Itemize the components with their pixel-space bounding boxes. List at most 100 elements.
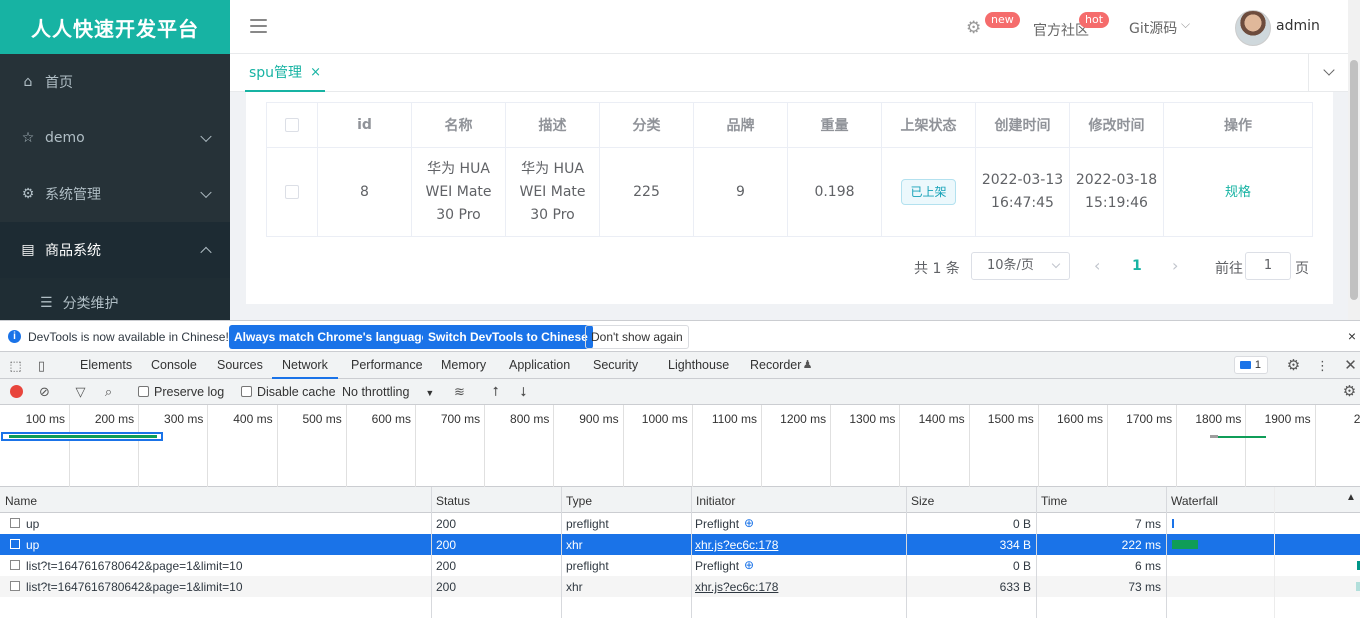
col-header[interactable]: 创建时间	[975, 102, 1070, 148]
sidebar-item-home[interactable]: ⌂ 首页	[0, 54, 230, 110]
sidebar-item-demo[interactable]: ☆ demo	[0, 110, 230, 166]
sidebar-item-system[interactable]: ⚙ 系统管理	[0, 166, 230, 222]
network-overview[interactable]: 100 ms 200 ms 300 ms 400 ms 500 ms 600 ms 700 …	[0, 405, 1360, 487]
network-settings-icon[interactable]: ⚙	[1342, 384, 1357, 399]
device-toolbar-icon[interactable]: ▯	[34, 358, 49, 373]
request-initiator[interactable]: xhr.js?ec6c:178	[695, 538, 778, 552]
dont-show-again-button[interactable]: Don't show again	[585, 325, 689, 349]
chevron-down-icon[interactable]: ⌵	[1181, 17, 1190, 32]
preflight-link-icon[interactable]: ⊕	[744, 558, 754, 572]
col-header-name[interactable]: Name	[5, 494, 37, 508]
hamburger-menu-icon[interactable]	[250, 19, 267, 33]
timeline-gridline	[622, 405, 624, 487]
switch-chinese-button[interactable]: Switch DevTools to Chinese	[423, 325, 593, 349]
close-devtools-icon[interactable]: ✕	[1343, 358, 1358, 373]
close-icon[interactable]: ×	[1348, 328, 1356, 344]
tab-recorder[interactable]: Recorder	[750, 352, 801, 379]
goto-page-input[interactable]: 1	[1245, 252, 1291, 280]
page-size-select[interactable]: 10条/页	[971, 252, 1070, 280]
tab-application[interactable]: Application	[509, 352, 570, 379]
request-name[interactable]: up	[26, 538, 39, 552]
more-options-icon[interactable]: ⋮	[1315, 358, 1330, 373]
request-size: 334 B	[999, 538, 1031, 552]
prev-page-button[interactable]: ‹	[1094, 256, 1104, 276]
sidebar-item-product[interactable]: ▤ 商品系统	[0, 222, 230, 278]
col-header[interactable]: 品牌	[693, 102, 788, 148]
row-checkbox[interactable]	[10, 560, 20, 570]
col-header-size[interactable]: Size	[911, 494, 934, 508]
col-header[interactable]: 重量	[787, 102, 882, 148]
request-name[interactable]: up	[26, 517, 39, 531]
tab-performance[interactable]: Performance	[351, 352, 423, 379]
col-header-time[interactable]: Time	[1041, 494, 1067, 508]
col-header: 操作	[1163, 102, 1313, 148]
col-header[interactable]: 上架状态	[881, 102, 976, 148]
close-icon[interactable]: ×	[310, 65, 321, 80]
tab-console[interactable]: Console	[151, 352, 197, 379]
col-header-type[interactable]: Type	[566, 494, 592, 508]
sidebar-subitem-category[interactable]: ☰ 分类维护	[0, 278, 230, 320]
spu-table: id 名称 描述 分类 品牌 重量 上架状态 创建时间 修改时间 操作 8 华为…	[266, 102, 1313, 237]
match-language-button[interactable]: Always match Chrome's language	[229, 325, 434, 349]
col-header-initiator[interactable]: Initiator	[696, 494, 735, 508]
row-checkbox[interactable]	[10, 539, 20, 549]
col-header[interactable]: 名称	[411, 102, 506, 148]
request-type: xhr	[566, 580, 583, 594]
tab-memory[interactable]: Memory	[441, 352, 486, 379]
col-header[interactable]: id	[317, 102, 412, 148]
settings-icon[interactable]: ⚙	[966, 18, 981, 38]
request-initiator[interactable]: xhr.js?ec6c:178	[695, 580, 778, 594]
page-scrollbar[interactable]	[1348, 0, 1360, 320]
inspect-element-icon[interactable]: ⬚	[8, 358, 23, 373]
tab-menu-dropdown[interactable]	[1308, 54, 1348, 92]
spec-link[interactable]: 规格	[1225, 185, 1251, 200]
preflight-link-icon[interactable]: ⊕	[744, 516, 754, 530]
row-checkbox[interactable]	[10, 518, 20, 528]
table-row[interactable]: up 200 preflight Preflight ⊕ 0 B 7 ms	[0, 513, 1360, 534]
clear-icon[interactable]: ⊘	[37, 384, 52, 399]
export-har-icon[interactable]: ⭣	[516, 384, 531, 399]
sort-ascending-icon[interactable]: ▲	[1346, 492, 1356, 503]
tab-lighthouse[interactable]: Lighthouse	[668, 352, 729, 379]
user-name[interactable]: admin	[1276, 18, 1320, 34]
avatar[interactable]	[1235, 10, 1271, 46]
request-name[interactable]: list?t=1647616780642&page=1&limit=10	[26, 580, 243, 594]
col-header[interactable]: 描述	[505, 102, 600, 148]
next-page-button[interactable]: ›	[1172, 256, 1182, 276]
settings-icon[interactable]: ⚙	[1286, 358, 1301, 373]
request-name[interactable]: list?t=1647616780642&page=1&limit=10	[26, 559, 243, 573]
filter-icon[interactable]: ▽	[73, 384, 88, 399]
row-checkbox[interactable]	[285, 184, 299, 199]
row-checkbox[interactable]	[10, 581, 20, 591]
network-conditions-icon[interactable]: ≋	[452, 384, 467, 399]
throttling-select[interactable]: No throttling ▼	[342, 385, 434, 399]
import-har-icon[interactable]: ⭡	[488, 384, 503, 399]
tab-security[interactable]: Security	[593, 352, 638, 379]
record-icon[interactable]	[10, 385, 23, 398]
table-row[interactable]: list?t=1647616780642&page=1&limit=10 200 p…	[0, 555, 1360, 576]
tab-elements[interactable]: Elements	[80, 352, 132, 379]
cell-id: 8	[317, 147, 412, 237]
search-icon[interactable]: ⌕	[101, 384, 116, 399]
tab-sources[interactable]: Sources	[217, 352, 263, 379]
select-all-checkbox[interactable]	[285, 118, 299, 132]
updated-date: 2022-03-18	[1075, 172, 1158, 188]
sidebar-item-label: 商品系统	[45, 243, 101, 259]
table-row[interactable]: up 200 xhr xhr.js?ec6c:178 334 B 222 ms	[0, 534, 1360, 555]
timeline-gridline	[1245, 405, 1247, 487]
col-header-waterfall[interactable]: Waterfall	[1171, 494, 1218, 508]
col-header-status[interactable]: Status	[436, 494, 470, 508]
page-number-current[interactable]: 1	[1132, 258, 1142, 274]
name-line: WEI Mate	[425, 183, 492, 200]
preserve-log-checkbox[interactable]: Preserve log	[138, 385, 224, 399]
tab-spu[interactable]: spu管理 ×	[245, 54, 325, 92]
tab-network[interactable]: Network	[272, 352, 338, 379]
table-header-row: Name Status Type Initiator Size Time Wat…	[0, 487, 1360, 513]
git-source-link[interactable]: Git源码	[1129, 18, 1177, 38]
waterfall-bar	[1356, 582, 1360, 591]
disable-cache-checkbox[interactable]: Disable cache	[241, 385, 336, 399]
col-header[interactable]: 修改时间	[1069, 102, 1164, 148]
issues-counter[interactable]: 1	[1234, 356, 1268, 374]
col-header[interactable]: 分类	[599, 102, 694, 148]
table-row[interactable]: list?t=1647616780642&page=1&limit=10 200 x…	[0, 576, 1360, 597]
